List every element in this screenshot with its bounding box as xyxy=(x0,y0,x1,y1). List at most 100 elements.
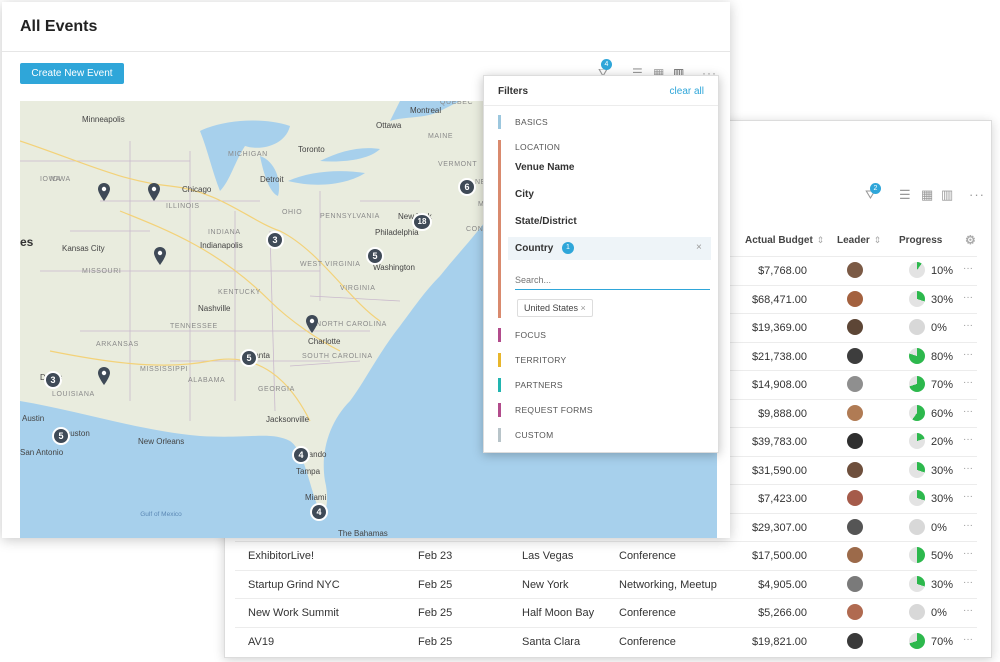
progress-pie-icon xyxy=(909,575,925,592)
row-more-icon[interactable]: ··· xyxy=(963,349,973,360)
map-cluster-marker[interactable]: 5 xyxy=(52,427,70,445)
map-city-label: Nashville xyxy=(198,304,231,313)
filter-category-request-forms[interactable]: REQUEST FORMS xyxy=(515,405,593,415)
row-more-icon[interactable]: ··· xyxy=(963,605,973,616)
header-progress[interactable]: Progress xyxy=(899,235,942,246)
avatar[interactable] xyxy=(847,632,863,649)
progress-pie-icon xyxy=(909,376,925,392)
row-more-icon[interactable]: ··· xyxy=(963,577,973,588)
filter-state-district[interactable]: State/District xyxy=(515,216,577,227)
progress-percent: 30% xyxy=(931,578,954,591)
more-options-icon[interactable]: ··· xyxy=(969,187,985,202)
progress-pie-icon xyxy=(909,290,925,307)
list-view-icon[interactable]: ☰ xyxy=(899,187,911,203)
event-name[interactable]: New Work Summit xyxy=(248,607,339,619)
progress-pie-icon xyxy=(909,547,925,563)
map-cluster-marker[interactable]: 5 xyxy=(366,247,384,265)
map-state-label: WEST VIRGINIA xyxy=(300,261,361,268)
map-pin-icon[interactable] xyxy=(98,367,110,385)
filter-category-custom[interactable]: CUSTOM xyxy=(515,430,553,440)
actual-budget: $29,307.00 xyxy=(751,521,807,534)
create-new-event-button[interactable]: Create New Event xyxy=(20,63,124,84)
avatar[interactable] xyxy=(847,290,863,307)
avatar[interactable] xyxy=(847,347,863,364)
category-bar-focus xyxy=(498,328,501,342)
map-city-label: Toronto xyxy=(298,145,325,154)
calendar-view-icon[interactable]: ▦ xyxy=(921,187,933,203)
row-more-icon[interactable]: ··· xyxy=(963,634,973,645)
map-pin-icon[interactable] xyxy=(98,183,110,201)
filter-category-focus[interactable]: FOCUS xyxy=(515,330,546,340)
filter-category-basics[interactable]: BASICS xyxy=(515,117,548,127)
progress-pie-icon xyxy=(909,490,925,506)
country-clear-icon[interactable]: × xyxy=(696,242,702,253)
avatar[interactable] xyxy=(847,490,863,506)
row-more-icon[interactable]: ··· xyxy=(963,520,973,531)
country-search-input[interactable] xyxy=(515,270,710,290)
avatar[interactable] xyxy=(847,262,863,278)
row-more-icon[interactable]: ··· xyxy=(963,320,973,331)
event-name[interactable]: ExhibitorLive! xyxy=(248,550,314,562)
filter-category-location[interactable]: LOCATION xyxy=(515,142,560,152)
map-cluster-marker[interactable]: 4 xyxy=(292,446,310,464)
filter-category-partners[interactable]: PARTNERS xyxy=(515,380,563,390)
table-row[interactable]: Startup Grind NYC Feb 25 New York Networkin… xyxy=(235,569,977,599)
avatar[interactable] xyxy=(847,404,863,421)
map-pin-icon[interactable] xyxy=(154,247,166,265)
header-leader[interactable]: Leader ⇕ xyxy=(837,235,881,246)
map-state-label: ARKANSAS xyxy=(96,341,139,348)
map-cluster-marker[interactable]: 3 xyxy=(44,371,62,389)
country-count-badge: 1 xyxy=(562,242,574,254)
event-name[interactable]: Startup Grind NYC xyxy=(248,579,340,591)
actual-budget: $9,888.00 xyxy=(758,407,807,420)
map-pin-icon[interactable] xyxy=(148,183,160,201)
actual-budget: $7,423.00 xyxy=(758,493,807,505)
avatar[interactable] xyxy=(847,376,863,392)
progress-percent: 70% xyxy=(931,635,954,648)
map-cluster-marker[interactable]: 18 xyxy=(412,213,432,231)
map-cluster-marker[interactable]: 4 xyxy=(310,503,328,521)
map-cluster-marker[interactable]: 6 xyxy=(458,178,476,196)
table-row[interactable]: AV19 Feb 25 Santa Clara Conference $19,821.0… xyxy=(235,626,977,656)
avatar[interactable] xyxy=(847,547,863,563)
category-bar-location xyxy=(498,140,501,318)
map-view-icon[interactable]: ▥ xyxy=(941,187,953,203)
table-row[interactable]: New Work Summit Feb 25 Half Moon Bay Confer… xyxy=(235,598,977,627)
map-city-label: Detroit xyxy=(260,175,284,184)
row-more-icon[interactable]: ··· xyxy=(963,263,973,274)
event-name[interactable]: AV19 xyxy=(248,636,274,648)
filter-country[interactable]: Country xyxy=(515,243,553,254)
row-more-icon[interactable]: ··· xyxy=(963,377,973,388)
settings-gear-icon[interactable]: ⚙ xyxy=(965,233,976,247)
row-more-icon[interactable]: ··· xyxy=(963,491,973,502)
row-more-icon[interactable]: ··· xyxy=(963,463,973,474)
actual-budget: $21,738.00 xyxy=(751,350,807,363)
filter-category-territory[interactable]: TERRITORY xyxy=(515,355,567,365)
avatar[interactable] xyxy=(847,319,863,335)
filter-venue-name[interactable]: Venue Name xyxy=(515,162,574,173)
category-bar-request-forms xyxy=(498,403,501,417)
actual-budget: $7,768.00 xyxy=(758,265,807,277)
table-row[interactable]: ExhibitorLive! Feb 23 Las Vegas Conference $… xyxy=(235,541,977,570)
row-more-icon[interactable]: ··· xyxy=(963,548,973,559)
map-pin-icon[interactable] xyxy=(306,315,318,333)
row-more-icon[interactable]: ··· xyxy=(963,434,973,445)
event-type: Conference xyxy=(619,550,676,562)
row-more-icon[interactable]: ··· xyxy=(963,406,973,417)
row-more-icon[interactable]: ··· xyxy=(963,292,973,303)
progress-pie-icon xyxy=(909,262,925,278)
avatar[interactable] xyxy=(847,433,863,449)
avatar[interactable] xyxy=(847,461,863,478)
map-cluster-marker[interactable]: 5 xyxy=(240,349,258,367)
avatar[interactable] xyxy=(847,604,863,620)
map-cluster-marker[interactable]: 3 xyxy=(266,231,284,249)
filter-city[interactable]: City xyxy=(515,189,534,200)
clear-all-link[interactable]: clear all xyxy=(670,86,704,97)
avatar[interactable] xyxy=(847,518,863,535)
map-state-label: ILLINOIS xyxy=(166,203,200,210)
avatar[interactable] xyxy=(847,575,863,592)
actual-budget: $68,471.00 xyxy=(751,293,807,306)
header-actual-budget[interactable]: Actual Budget ⇕ xyxy=(745,235,824,246)
actual-budget: $19,821.00 xyxy=(751,635,807,648)
chip-remove-icon[interactable]: × xyxy=(581,303,586,313)
